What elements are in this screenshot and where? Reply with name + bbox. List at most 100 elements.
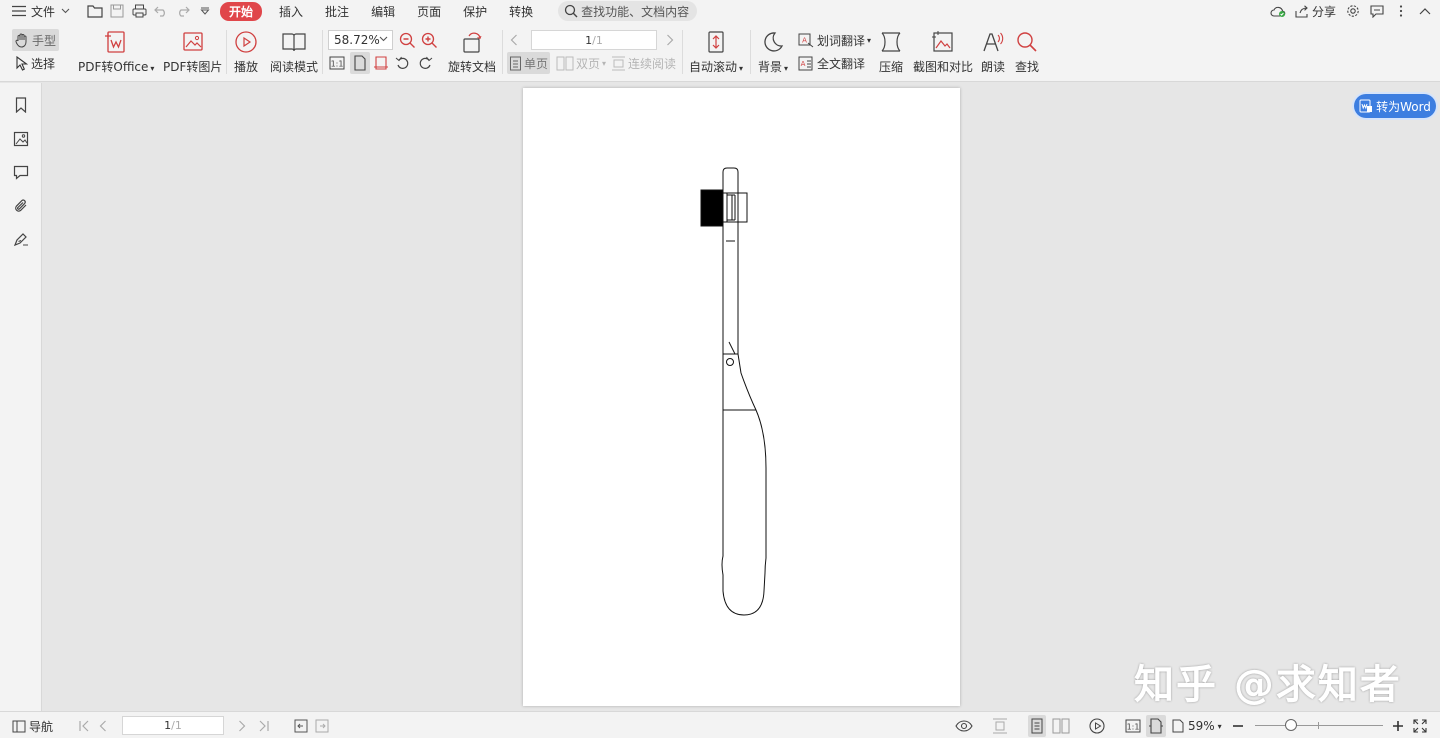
play-icon bbox=[1089, 718, 1105, 734]
nav-panel-label: 导航 bbox=[29, 719, 54, 734]
actual-size-button[interactable]: 1:1 bbox=[329, 52, 345, 74]
play-button[interactable] bbox=[1089, 715, 1105, 737]
actual-size-button[interactable]: 1:1 bbox=[1125, 715, 1141, 737]
compress-button[interactable]: 压缩 bbox=[879, 28, 903, 76]
eye-protection-button[interactable] bbox=[955, 715, 973, 737]
redo-icon[interactable] bbox=[172, 0, 194, 22]
comment-feedback-icon[interactable] bbox=[1366, 0, 1388, 22]
zoom-slider-tick bbox=[1318, 722, 1319, 729]
page-number-input[interactable]: 1/1 bbox=[531, 30, 657, 50]
single-page-button[interactable]: 单页 bbox=[507, 52, 551, 74]
find-label: 查找 bbox=[1015, 60, 1040, 74]
open-folder-icon[interactable] bbox=[84, 0, 106, 22]
last-page-button[interactable] bbox=[258, 715, 270, 737]
zoom-out-button[interactable] bbox=[399, 29, 416, 51]
zoom-slider-handle[interactable] bbox=[1285, 719, 1297, 731]
zoom-select[interactable]: 59% ▾ bbox=[1171, 715, 1222, 737]
thumbnail-icon[interactable] bbox=[10, 128, 32, 150]
read-mode-label: 阅读模式 bbox=[270, 60, 319, 74]
single-page-view-button[interactable] bbox=[1028, 715, 1046, 737]
back-button[interactable] bbox=[294, 715, 308, 737]
undo-icon[interactable] bbox=[150, 0, 172, 22]
double-page-icon bbox=[556, 56, 574, 71]
fit-page-button[interactable] bbox=[1146, 715, 1166, 737]
file-menu[interactable]: 文件 bbox=[0, 0, 76, 22]
comment-icon[interactable] bbox=[10, 161, 32, 183]
word-translate-button[interactable]: A 划词翻译 ▾ bbox=[798, 29, 871, 51]
auto-scroll-label: 自动滚动 ▾ bbox=[689, 60, 744, 74]
document-page[interactable] bbox=[523, 88, 960, 706]
tab-home[interactable]: 开始 bbox=[220, 1, 263, 21]
screwdriver-drawing bbox=[700, 167, 767, 616]
single-page-icon bbox=[1030, 718, 1044, 734]
attachment-icon[interactable] bbox=[10, 195, 32, 217]
double-page-view-button[interactable] bbox=[1052, 715, 1070, 737]
eye-icon bbox=[955, 719, 973, 733]
read-aloud-button[interactable]: 朗读 bbox=[981, 28, 1005, 76]
play-button[interactable]: 播放 bbox=[234, 28, 258, 76]
select-tool-button[interactable]: 选择 bbox=[16, 52, 55, 74]
search-input[interactable]: 查找功能、文档内容 bbox=[558, 1, 698, 21]
pdf-to-image-button[interactable]: PDF转图片 bbox=[163, 28, 222, 76]
continuous-read-button[interactable]: 连续阅读 bbox=[611, 52, 676, 74]
tab-protect[interactable]: 保护 bbox=[452, 0, 498, 22]
play-icon bbox=[234, 28, 258, 56]
forward-arrow-icon bbox=[315, 719, 329, 733]
rotate-left-button[interactable] bbox=[395, 52, 411, 74]
hand-tool-button[interactable]: 手型 bbox=[12, 29, 60, 51]
zoom-out-button[interactable] bbox=[1232, 715, 1244, 737]
single-page-icon bbox=[509, 56, 522, 71]
gear-icon[interactable] bbox=[1342, 0, 1364, 22]
rotate-left-icon bbox=[395, 55, 411, 71]
status-bar: 导航 1/1 1:1 59% ▾ bbox=[0, 711, 1440, 738]
zoom-select[interactable]: 58.72% bbox=[328, 30, 393, 50]
book-icon bbox=[281, 28, 307, 56]
share-button[interactable]: 分享 bbox=[1291, 0, 1340, 22]
continuous-view-button[interactable] bbox=[992, 715, 1008, 737]
next-page-button[interactable] bbox=[666, 29, 674, 51]
chevron-left-icon bbox=[99, 720, 107, 732]
read-aloud-icon bbox=[981, 28, 1005, 56]
tab-convert[interactable]: 转换 bbox=[498, 0, 544, 22]
signature-icon[interactable] bbox=[10, 228, 32, 250]
status-page-input[interactable]: 1/1 bbox=[122, 716, 224, 735]
background-button[interactable]: 背景 ▾ bbox=[758, 28, 788, 76]
dropdown-caret-icon: ▾ bbox=[1217, 721, 1222, 731]
word-icon bbox=[1359, 99, 1373, 113]
double-page-button[interactable]: 双页 ▾ bbox=[556, 52, 606, 74]
next-page-button[interactable] bbox=[238, 715, 246, 737]
cloud-sync-icon[interactable] bbox=[1267, 0, 1289, 22]
rotate-document-button[interactable]: 旋转文档 bbox=[448, 28, 496, 76]
tab-insert[interactable]: 插入 bbox=[268, 0, 314, 22]
bookmark-icon[interactable] bbox=[10, 94, 32, 116]
save-icon[interactable] bbox=[106, 0, 128, 22]
nav-panel-button[interactable]: 导航 bbox=[12, 715, 53, 737]
forward-button[interactable] bbox=[315, 715, 329, 737]
first-page-button[interactable] bbox=[78, 715, 90, 737]
convert-to-word-button[interactable]: 转为Word bbox=[1354, 94, 1436, 118]
pdf-to-office-button[interactable]: PDF转Office ▾ bbox=[78, 28, 154, 76]
fullscreen-button[interactable] bbox=[1413, 715, 1427, 737]
screenshot-compare-button[interactable]: 截图和对比 bbox=[913, 28, 973, 76]
translate-icon: A bbox=[798, 33, 814, 48]
zoom-in-button[interactable] bbox=[421, 29, 438, 51]
more-vertical-icon[interactable] bbox=[1390, 0, 1412, 22]
prev-page-button[interactable] bbox=[510, 29, 518, 51]
fit-width-button[interactable] bbox=[373, 52, 389, 74]
rotate-right-button[interactable] bbox=[417, 52, 433, 74]
fit-page-button[interactable] bbox=[350, 52, 370, 74]
zoom-slider-track[interactable] bbox=[1255, 725, 1383, 726]
auto-scroll-button[interactable]: 自动滚动 ▾ bbox=[689, 28, 743, 76]
tab-edit[interactable]: 编辑 bbox=[360, 0, 406, 22]
read-mode-button[interactable]: 阅读模式 bbox=[270, 28, 318, 76]
rotate-document-label: 旋转文档 bbox=[448, 60, 497, 74]
print-icon[interactable] bbox=[128, 0, 150, 22]
zoom-in-button[interactable] bbox=[1392, 715, 1404, 737]
quick-access-dropdown-icon[interactable] bbox=[194, 0, 216, 22]
tab-annotate[interactable]: 批注 bbox=[314, 0, 360, 22]
full-translate-button[interactable]: A 全文翻译 bbox=[798, 52, 865, 74]
collapse-ribbon-icon[interactable] bbox=[1414, 0, 1436, 22]
prev-page-button[interactable] bbox=[99, 715, 107, 737]
find-button[interactable]: 查找 bbox=[1015, 28, 1039, 76]
tab-page[interactable]: 页面 bbox=[406, 0, 452, 22]
